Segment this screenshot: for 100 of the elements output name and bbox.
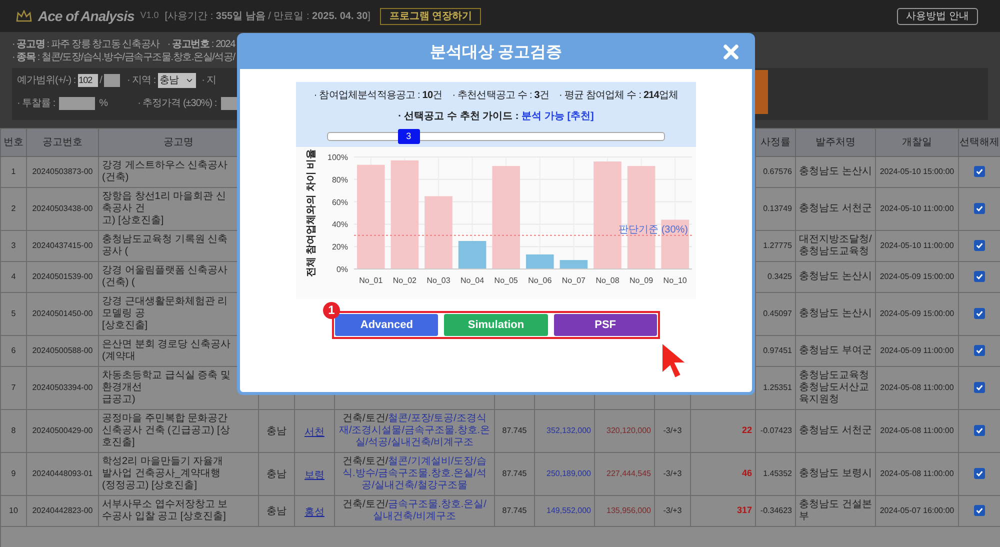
- city-link[interactable]: 서천: [304, 427, 324, 438]
- field-label: · 지: [202, 74, 216, 88]
- threshold-label: 판단기준 (30%): [618, 224, 688, 236]
- checkbox[interactable]: [974, 468, 985, 479]
- table-cell: 2024-05-10 11:00:00: [876, 230, 958, 262]
- field-label: · 추정가격 (±30%) :: [138, 97, 217, 111]
- table-cell: 8: [0, 410, 26, 452]
- axis-tick-label: No_05: [494, 276, 518, 285]
- chevron-down-icon: [184, 76, 194, 85]
- table-cell-text: 은산면 분회 경로당 신축공사(계약대: [102, 339, 232, 363]
- notice-number: · 공고번호 : 2024: [167, 38, 236, 51]
- table-cell: 충남: [258, 410, 294, 452]
- checkbox[interactable]: [974, 345, 985, 356]
- axis-tick-label: 100%: [328, 153, 348, 162]
- table-cell: 20240442823-00: [26, 496, 98, 526]
- chart-bar: [661, 220, 689, 269]
- field-label: · 지역 :: [126, 74, 156, 88]
- action-button[interactable]: Advanced: [335, 314, 438, 336]
- help-button[interactable]: 사용방법 안내: [897, 8, 978, 24]
- table-cell: 250,189,000: [534, 452, 594, 496]
- table-cell: 2024-05-09 15:00:00: [876, 292, 958, 336]
- stat-text: · 참여업체분석적용공고 : 10건: [314, 89, 442, 103]
- table-cell: 3: [0, 230, 26, 262]
- table-cell: 1: [0, 156, 26, 188]
- table-cell: 46: [690, 452, 756, 496]
- table-cell: 6: [0, 336, 26, 366]
- column-header: 번호: [0, 128, 26, 156]
- table-cell: 20240437415-00: [26, 230, 98, 262]
- axis-tick-label: No_09: [630, 276, 654, 285]
- table-cell: 충청남도 서천군: [796, 188, 876, 230]
- license-info: [사용기간 : 355일 남음 / 만료일 : 2025. 04. 30]: [164, 10, 370, 24]
- input-field[interactable]: [104, 74, 120, 87]
- table-cell: 1.45352: [756, 452, 796, 496]
- checkbox[interactable]: [974, 271, 985, 282]
- table-cell: 10: [0, 496, 26, 526]
- table-cell: 건축/토건/금속구조물.창호.온실/실내건축/비계구조: [334, 496, 494, 526]
- checkbox[interactable]: [974, 425, 985, 436]
- table-cell: 충청남도교육청 충청남도서산교육지원청: [796, 366, 876, 410]
- table-cell-text: [상호진출]: [102, 320, 149, 332]
- table-cell: 건축/토건/철콘/포장/토공/조경식재/조경시설물/금속구조물.창호.온실/석공/실내건축/비계구조: [334, 410, 494, 452]
- table-cell-text: 차동초등학교 급식실 증축 및 환경개선: [102, 370, 232, 394]
- action-button[interactable]: PSF: [554, 314, 657, 336]
- column-header: 개찰일: [876, 128, 958, 156]
- table-cell: 135,956,000: [594, 496, 654, 526]
- axis-tick-label: No_01: [359, 276, 383, 285]
- table-cell: -3/+3: [654, 496, 690, 526]
- table-cell: 20240503394-00: [26, 366, 98, 410]
- axis-tick-label: 40%: [332, 220, 348, 230]
- chart-bar: [526, 254, 554, 269]
- table-cell: 건축/토건/철콘/기계설비/도장/습식.방수/금속구조물.창호.온실/석공/실내건축/철강구조물: [334, 452, 494, 496]
- region-select[interactable]: 충남: [158, 73, 196, 88]
- axis-tick-label: 80%: [332, 175, 348, 184]
- extend-button[interactable]: 프로그램 연장하기: [380, 8, 482, 24]
- notice-categories: · 종목 : 철콘/도장/습식.방수/금속구조물.창호.온실/석공/: [12, 51, 235, 64]
- checkbox[interactable]: [974, 505, 985, 516]
- table-cell: 317: [690, 496, 756, 526]
- unit-label: %: [99, 97, 108, 111]
- table-cell-text: 고) [상호진출]: [102, 215, 165, 227]
- axis-tick-label: No_06: [528, 276, 552, 285]
- checkbox[interactable]: [974, 166, 985, 177]
- input-field[interactable]: [59, 97, 96, 110]
- table-cell: 충청남도 부여군: [796, 336, 876, 366]
- field-label: · 투찰률 :: [17, 97, 56, 111]
- table-cell: -0.07423: [756, 410, 796, 452]
- table-cell: 2: [0, 188, 26, 230]
- table-cell: 20240448093-01: [26, 452, 98, 496]
- axis-tick-label: No_08: [596, 276, 620, 285]
- table-cell: 2024-05-09 15:00:00: [876, 262, 958, 292]
- input-field[interactable]: 102: [78, 74, 98, 87]
- table-cell: 87.745: [494, 410, 534, 452]
- city-link[interactable]: 홍성: [304, 507, 324, 518]
- table-cell: 20240500429-00: [26, 410, 98, 452]
- stat-text: · 추천선택공고 수 : 3건: [452, 89, 550, 103]
- deselect-link[interactable]: 선택해제: [958, 128, 1000, 156]
- checkbox[interactable]: [974, 203, 985, 214]
- table-cell: -3/+3: [654, 410, 690, 452]
- table-cell: 20240503873-00: [26, 156, 98, 188]
- separator-text: /: [100, 74, 102, 88]
- table-cell: 2024-05-08 11:00:00: [876, 366, 958, 410]
- table-cell: 충남: [258, 452, 294, 496]
- table-cell-text: 급공고): [102, 394, 136, 406]
- table-cell: 2024-05-10 11:00:00: [876, 188, 958, 230]
- table-cell: 320,120,000: [594, 410, 654, 452]
- guide-label: · 선택공고 수 추천 가이드 :: [398, 110, 519, 124]
- table-cell: 2024-05-07 16:00:00: [876, 496, 958, 526]
- table-cell: 대전지방조달청/충청남도교육청: [796, 230, 876, 262]
- slider-thumb[interactable]: 3: [398, 129, 420, 144]
- axis-title: 전체 참여업체와의 차이 비율: [306, 148, 317, 278]
- axis-tick-label: 20%: [332, 242, 348, 252]
- checkbox[interactable]: [974, 240, 985, 251]
- table-cell: 7: [0, 366, 26, 410]
- guide-value: 분석 가능 [추천]: [522, 110, 594, 124]
- table-cell: 충청남도 논산시: [796, 292, 876, 336]
- checkbox[interactable]: [974, 382, 985, 393]
- chart-bar: [560, 260, 588, 269]
- app-logo: Ace of Analysis: [38, 6, 134, 26]
- table-cell: -3/+3: [654, 452, 690, 496]
- table-cell: 2024-05-09 11:00:00: [876, 336, 958, 366]
- checkbox[interactable]: [974, 308, 985, 319]
- table-cell: 충청남도 보령시: [796, 452, 876, 496]
